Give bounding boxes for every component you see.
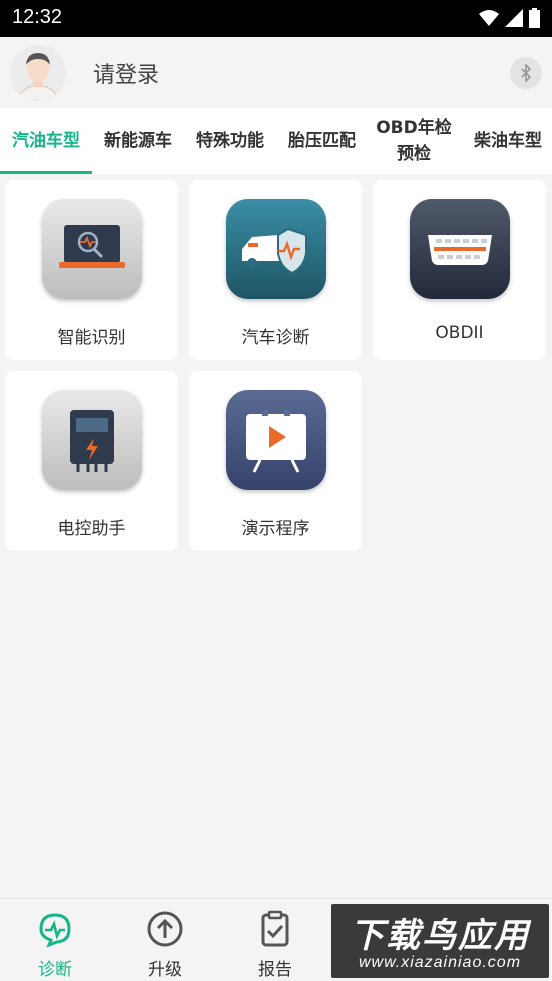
app-label: 电控助手 [57,519,126,539]
report-icon [261,910,289,947]
nav-label: 报告 [258,960,292,980]
tab-obd-inspection[interactable]: OBD年检预检 [364,108,464,174]
battery-icon [529,8,540,28]
tab-new-energy[interactable]: 新能源车 [92,108,184,174]
nav-label: 升级 [148,960,182,980]
tab-diesel[interactable]: 柴油车型 [464,108,552,174]
login-prompt[interactable]: 请登录 [93,57,159,89]
signal-icon [505,9,523,27]
nav-label: 诊断 [38,960,72,980]
upgrade-icon [147,911,183,947]
app-demo-program[interactable]: 演示程序 [189,371,362,551]
wifi-icon [479,10,499,26]
watermark-url: www.xiazainiao.com [358,954,522,971]
tab-tpms[interactable]: 胎压匹配 [276,108,368,174]
app-label: 汽车诊断 [241,328,310,348]
ecu-assistant-icon [42,390,142,490]
nav-report[interactable]: 报告 [220,899,330,981]
category-tabs: 汽油车型 新能源车 特殊功能 胎压匹配 OBD年检预检 柴油车型 [0,108,552,174]
bluetooth-icon [521,64,532,82]
demo-program-icon [226,390,326,490]
tab-special-functions[interactable]: 特殊功能 [184,108,276,174]
car-diagnosis-icon [226,199,326,299]
tab-indicator [0,171,92,174]
header: 请登录 [0,37,552,108]
avatar[interactable] [10,45,66,101]
nav-upgrade[interactable]: 升级 [110,899,220,981]
user-avatar-icon [10,45,66,101]
obd-connector-icon [410,199,510,299]
app-car-diagnosis[interactable]: 汽车诊断 [189,180,362,360]
diagnosis-icon [39,913,71,948]
watermark: 下载鸟应用 www.xiazainiao.com [331,904,549,978]
app-label: 智能识别 [57,328,126,348]
smart-identify-icon [42,199,142,299]
app-ecu-assistant[interactable]: 电控助手 [5,371,178,551]
app-label: OBDII [435,323,484,343]
status-time: 12:32 [12,6,63,28]
app-obdii[interactable]: OBDII [373,180,546,360]
status-icons [479,8,540,28]
nav-diagnosis[interactable]: 诊断 [0,899,110,981]
app-smart-identify[interactable]: 智能识别 [5,180,178,360]
status-bar: 12:32 [0,0,552,37]
bluetooth-button[interactable] [510,57,542,89]
watermark-title: 下载鸟应用 [350,916,530,956]
app-label: 演示程序 [241,519,310,539]
tab-gasoline[interactable]: 汽油车型 [0,108,92,174]
